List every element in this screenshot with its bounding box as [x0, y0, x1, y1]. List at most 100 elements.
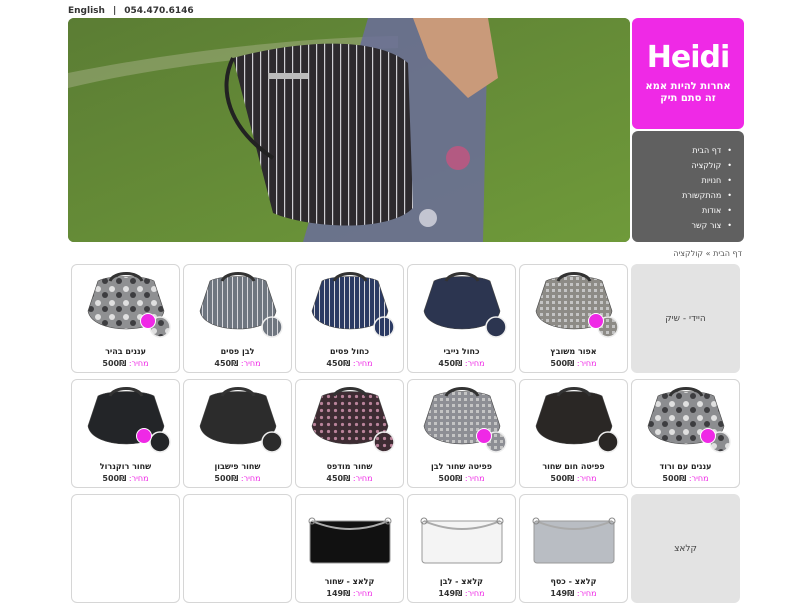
price-label: מחיר:: [352, 474, 373, 483]
product-name[interactable]: כחול נייבי: [408, 347, 515, 356]
price-value: 450₪: [438, 359, 463, 368]
separator: |: [112, 6, 117, 16]
product-card[interactable]: עננים עם ורוד מחיר: 500₪: [631, 379, 740, 488]
product-image[interactable]: [80, 386, 172, 460]
nav-item-home[interactable]: דף הבית: [632, 143, 732, 158]
price-value: 450₪: [214, 359, 239, 368]
product-card[interactable]: קלאצ - כסף מחיר: 149₪: [519, 494, 628, 603]
product-name[interactable]: פפיטה חום שחור: [520, 462, 627, 471]
nav-item-about[interactable]: אודות: [632, 203, 732, 218]
product-name[interactable]: שחור רוקנרול: [72, 462, 179, 471]
product-name[interactable]: עננים עם ורוד: [632, 462, 739, 471]
product-price: מחיר: 500₪: [184, 474, 291, 483]
price-value: 450₪: [326, 359, 351, 368]
price-label: מחיר:: [128, 359, 149, 368]
nav-item-press[interactable]: מהתקשורת: [632, 188, 732, 203]
product-image[interactable]: [528, 501, 620, 575]
price-value: 149₪: [438, 589, 463, 598]
product-image[interactable]: [192, 271, 284, 345]
product-price: מחיר: 500₪: [632, 474, 739, 483]
product-price: מחיר: 149₪: [296, 589, 403, 598]
product-price: מחיר: 500₪: [520, 474, 627, 483]
product-price: מחיר: 450₪: [296, 359, 403, 368]
price-label: מחיר:: [464, 474, 485, 483]
breadcrumb[interactable]: דף הבית » קולקציה: [673, 249, 742, 258]
product-name[interactable]: אפור משובץ: [520, 347, 627, 356]
price-label: מחיר:: [352, 589, 373, 598]
price-label: מחיר:: [240, 359, 261, 368]
product-price: מחיר: 450₪: [184, 359, 291, 368]
product-card[interactable]: פפיטה חום שחור מחיר: 500₪: [519, 379, 628, 488]
product-name[interactable]: קלאצ - כסף: [520, 577, 627, 586]
product-card[interactable]: עננים בהיר מחיר: 500₪: [71, 264, 180, 373]
price-value: 500₪: [102, 474, 127, 483]
product-image[interactable]: [304, 386, 396, 460]
product-image[interactable]: [304, 501, 396, 575]
price-label: מחיר:: [464, 359, 485, 368]
price-label: מחיר:: [464, 589, 485, 598]
product-card[interactable]: קלאצ - שחור מחיר: 149₪: [295, 494, 404, 603]
empty-card: [71, 494, 180, 603]
product-name[interactable]: פפיטה שחור לבן: [408, 462, 515, 471]
price-label: מחיר:: [576, 474, 597, 483]
price-value: 500₪: [550, 359, 575, 368]
product-name[interactable]: לבן פסים: [184, 347, 291, 356]
product-price: מחיר: 500₪: [520, 359, 627, 368]
category-tile[interactable]: קלאצ: [631, 494, 740, 603]
hero-bag-photo: [68, 18, 630, 242]
nav-item-collection[interactable]: קולקציה: [632, 158, 732, 173]
product-image[interactable]: [416, 501, 508, 575]
price-value: 500₪: [550, 474, 575, 483]
price-value: 500₪: [438, 474, 463, 483]
product-name[interactable]: שחור פישבון: [184, 462, 291, 471]
price-value: 500₪: [214, 474, 239, 483]
special-badge-icon: [588, 313, 604, 329]
price-label: מחיר:: [576, 589, 597, 598]
product-card[interactable]: פפיטה שחור לבן מחיר: 500₪: [407, 379, 516, 488]
product-card[interactable]: קלאצ - לבן מחיר: 149₪: [407, 494, 516, 603]
product-price: מחיר: 450₪: [408, 359, 515, 368]
product-card[interactable]: כחול פסים מחיר: 450₪: [295, 264, 404, 373]
main-navigation: דף הבית קולקציה חנויות מהתקשורת אודות צו…: [632, 131, 744, 242]
product-name[interactable]: עננים בהיר: [72, 347, 179, 356]
price-label: מחיר:: [128, 474, 149, 483]
nav-item-stores[interactable]: חנויות: [632, 173, 732, 188]
product-name[interactable]: קלאצ - לבן: [408, 577, 515, 586]
product-name[interactable]: שחור מודפס: [296, 462, 403, 471]
price-value: 500₪: [102, 359, 127, 368]
product-card[interactable]: כחול נייבי מחיר: 450₪: [407, 264, 516, 373]
tagline-line-1: אחרות להיות אמא: [645, 81, 731, 92]
product-card[interactable]: אפור משובץ מחיר: 500₪: [519, 264, 628, 373]
english-link[interactable]: English: [68, 6, 105, 16]
category-tile[interactable]: היידי - שיק: [631, 264, 740, 373]
price-value: 500₪: [662, 474, 687, 483]
product-image[interactable]: [528, 386, 620, 460]
product-image[interactable]: [528, 271, 620, 345]
product-card[interactable]: שחור מודפס מחיר: 450₪: [295, 379, 404, 488]
product-card[interactable]: שחור פישבון מחיר: 500₪: [183, 379, 292, 488]
tagline-line-2: זה סתם תיק: [660, 93, 716, 104]
product-name[interactable]: קלאצ - שחור: [296, 577, 403, 586]
product-image[interactable]: [80, 271, 172, 345]
product-price: מחיר: 500₪: [72, 359, 179, 368]
price-value: 450₪: [326, 474, 351, 483]
product-image[interactable]: [640, 386, 732, 460]
product-image[interactable]: [192, 386, 284, 460]
special-badge-icon: [476, 428, 492, 444]
product-name[interactable]: כחול פסים: [296, 347, 403, 356]
product-price: מחיר: 149₪: [520, 589, 627, 598]
product-card[interactable]: לבן פסים מחיר: 450₪: [183, 264, 292, 373]
nav-item-contact[interactable]: צור קשר: [632, 218, 732, 233]
product-image[interactable]: [416, 386, 508, 460]
special-badge-icon: [140, 313, 156, 329]
product-image[interactable]: [304, 271, 396, 345]
product-price: מחיר: 500₪: [72, 474, 179, 483]
brand-logo[interactable]: Heidi אחרות להיות אמא זה סתם תיק: [632, 18, 744, 129]
price-label: מחיר:: [240, 474, 261, 483]
price-value: 149₪: [550, 589, 575, 598]
product-card[interactable]: שחור רוקנרול מחיר: 500₪: [71, 379, 180, 488]
product-image[interactable]: [416, 271, 508, 345]
phone-number: 054.470.6146: [124, 6, 194, 16]
top-bar: English | 054.470.6146: [68, 6, 194, 16]
hero-photo: [68, 18, 630, 242]
